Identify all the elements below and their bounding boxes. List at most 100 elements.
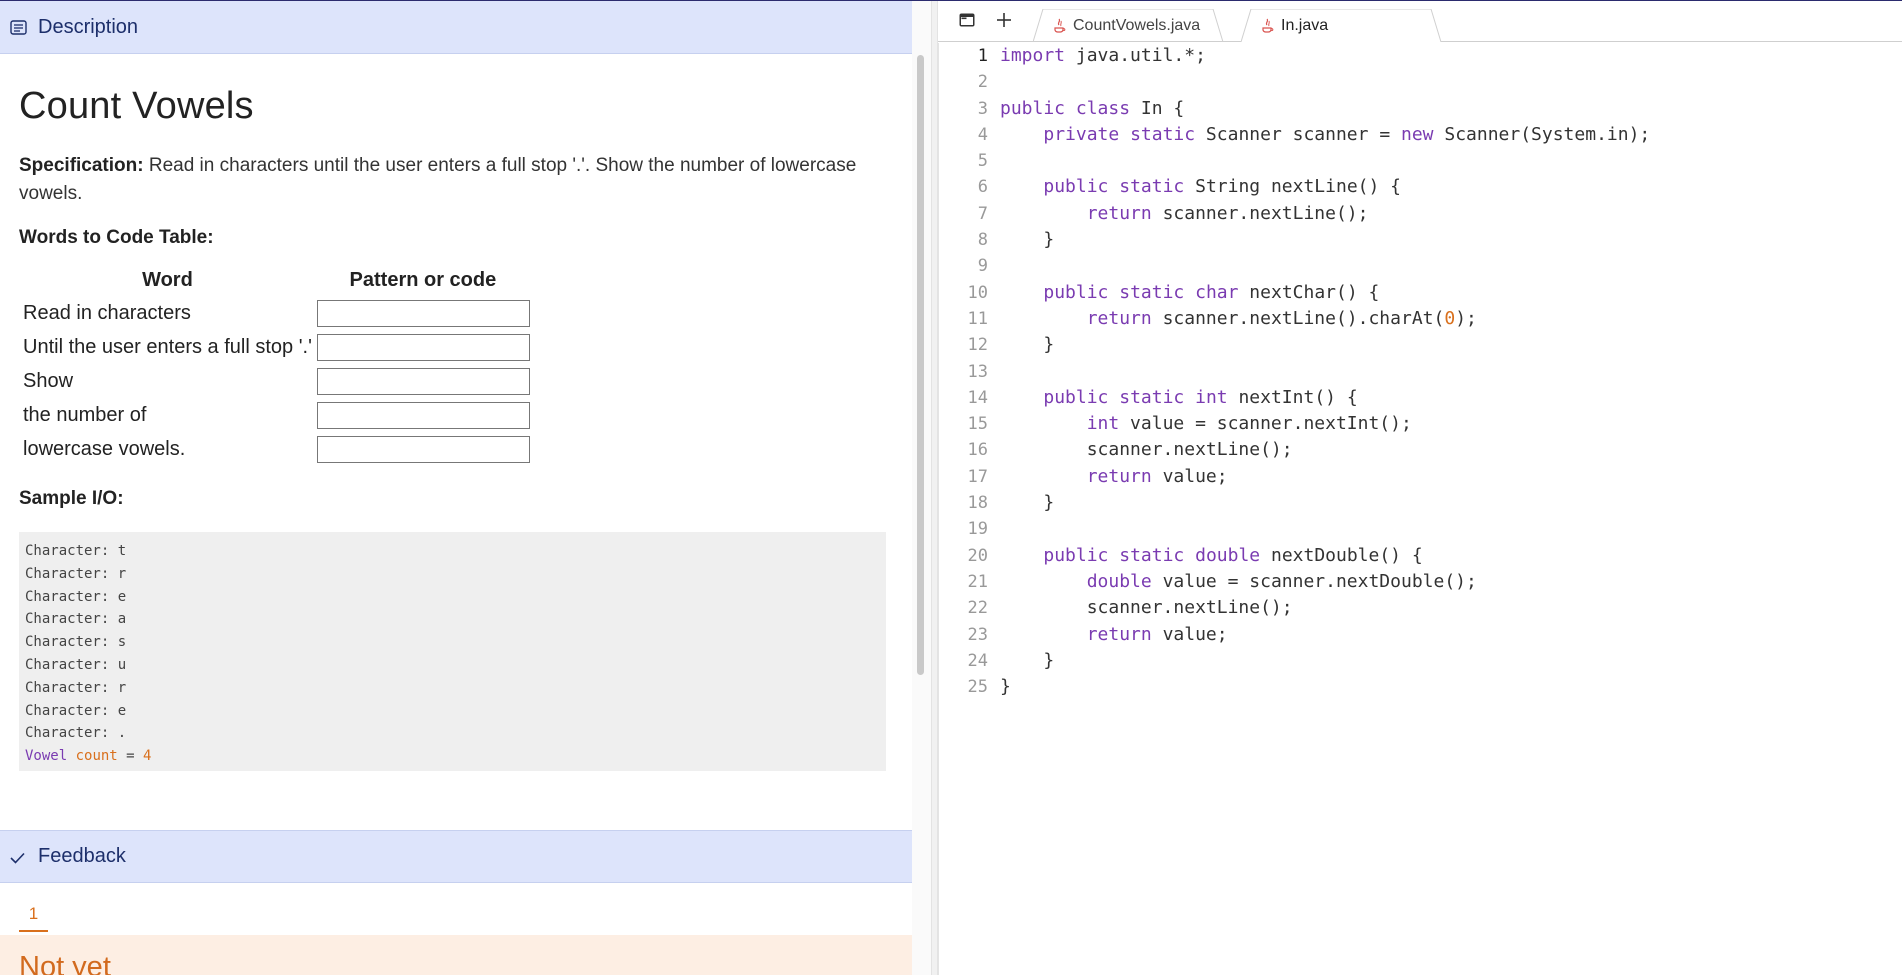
word-cell: Show [23, 369, 74, 392]
feedback-header[interactable]: Feedback [0, 830, 912, 883]
checkmark-icon [9, 848, 27, 866]
sample-line: Character: e [25, 702, 127, 719]
table-row: lowercase vowels. [19, 432, 530, 466]
code-text: } [1000, 492, 1055, 514]
code-line[interactable]: 16 scanner.nextLine(); [938, 437, 1902, 463]
sample-line: Character: u [25, 656, 127, 673]
code-line[interactable]: 11 return scanner.nextLine().charAt(0); [938, 306, 1902, 332]
code-line[interactable]: 22 scanner.nextLine(); [938, 595, 1902, 621]
pattern-input[interactable] [316, 299, 530, 327]
line-number: 8 [977, 230, 988, 251]
code-text: int value = scanner.nextInt(); [1086, 413, 1412, 435]
line-number: 6 [977, 177, 988, 198]
code-text: return value; [1086, 465, 1228, 487]
code-line[interactable]: 13 [938, 359, 1902, 385]
code-text: return scanner.nextLine(); [1086, 202, 1369, 224]
code-line[interactable]: 23 return value; [938, 622, 1902, 648]
code-line[interactable]: 2 [938, 69, 1902, 95]
code-line[interactable]: 25} [938, 674, 1902, 700]
code-line[interactable]: 6 public static String nextLine() { [938, 174, 1902, 200]
code-text: import java.util.*; [1000, 45, 1206, 66]
line-number: 12 [967, 335, 988, 356]
line-number: 1 [977, 46, 988, 66]
code-line[interactable]: 1 import java.util.*; [938, 43, 1902, 69]
code-line[interactable]: 3 public class In { [938, 96, 1902, 122]
code-line[interactable]: 7 return scanner.nextLine(); [938, 201, 1902, 227]
sample-line: Character: a [25, 611, 127, 628]
code-line[interactable]: 14 public static int nextInt() { [938, 385, 1902, 411]
code-line[interactable]: 8 } [938, 227, 1902, 253]
specification-text: Read in characters until the user enters… [19, 155, 857, 204]
problem-description: Count Vowels Specification: Read in char… [0, 85, 912, 771]
description-header-label: Description [38, 15, 139, 38]
code-line[interactable]: 20 public static double nextDouble() { [938, 543, 1902, 569]
table-row: the number of [19, 398, 530, 432]
sample-io-heading: Sample I/O: [19, 488, 124, 509]
line-number: 10 [967, 282, 988, 303]
sample-result-line: Vowel count = 4 [25, 748, 152, 765]
code-line[interactable]: 19 [938, 516, 1902, 542]
tab-outline [1033, 9, 1224, 42]
pattern-input[interactable] [316, 333, 530, 361]
code-line[interactable]: 10 public static char nextChar() { [938, 280, 1902, 306]
word-cell: Read in characters [23, 301, 191, 324]
code-text: } [1000, 676, 1011, 698]
line-number: 18 [967, 493, 988, 514]
pattern-cell [316, 398, 530, 432]
code-text: } [1000, 334, 1055, 356]
column-header-pattern: Pattern or code [349, 269, 497, 291]
code-text: public class In { [1000, 97, 1185, 119]
line-number: 9 [977, 256, 988, 277]
pane-resize-handle[interactable] [931, 1, 938, 975]
code-text: double value = scanner.nextDouble(); [1086, 570, 1477, 592]
line-number: 5 [977, 151, 988, 172]
code-area[interactable]: 1 import java.util.*; 2 3 public class In { 4… [938, 43, 1902, 700]
code-line[interactable]: 4 private static Scanner scanner = new S… [938, 122, 1902, 148]
tab-in-java[interactable]: In.java [1241, 9, 1451, 42]
code-line[interactable]: 21 double value = scanner.nextDouble(); [938, 569, 1902, 595]
sample-line: Character: r [25, 565, 127, 582]
code-text: } [1000, 229, 1055, 251]
code-line[interactable]: 5 [938, 148, 1902, 174]
add-file-icon[interactable] [993, 9, 1015, 31]
code-line[interactable]: 15 int value = scanner.nextInt(); [938, 411, 1902, 437]
sample-line: Character: e [25, 588, 127, 605]
code-text: } [1000, 649, 1055, 671]
code-line[interactable]: 24 } [938, 648, 1902, 674]
code-text: scanner.nextLine(); [1000, 439, 1293, 461]
file-menu-icon[interactable] [956, 9, 978, 31]
pattern-cell [316, 432, 530, 466]
page-title: Count Vowels [19, 85, 254, 127]
pattern-input[interactable] [316, 435, 530, 463]
line-number: 25 [967, 677, 988, 698]
feedback-status-text: Not yet [19, 951, 111, 975]
code-text: public static char nextChar() { [1043, 281, 1380, 303]
code-text: scanner.nextLine(); [1000, 597, 1293, 619]
line-number: 11 [967, 308, 988, 329]
pattern-input[interactable] [316, 367, 530, 395]
code-line[interactable]: 9 [938, 253, 1902, 279]
line-number: 19 [967, 519, 988, 540]
pattern-input[interactable] [316, 401, 530, 429]
line-number: 16 [967, 440, 988, 461]
code-line[interactable]: 18 } [938, 490, 1902, 516]
line-number: 14 [967, 387, 988, 408]
line-number: 7 [977, 203, 988, 224]
line-number: 3 [977, 98, 988, 119]
sample-io-block: Character: t Character: r Character: e C… [19, 532, 886, 771]
code-text: public static String nextLine() { [1043, 176, 1402, 198]
code-line[interactable]: 17 return value; [938, 464, 1902, 490]
editor-tab-bar: CountVowels.java In.java [938, 1, 1902, 42]
tab-countvowels-java[interactable]: CountVowels.java [1033, 9, 1233, 42]
word-cell: lowercase vowels. [23, 437, 186, 460]
code-line[interactable]: 12 } [938, 332, 1902, 358]
sample-line: Character: s [25, 634, 127, 651]
description-header[interactable]: Description [0, 1, 912, 54]
description-scrollbar-thumb[interactable] [917, 55, 924, 675]
feedback-status-banner: Not yet [0, 935, 912, 975]
line-number: 15 [967, 414, 988, 435]
words-to-code-table: Word Pattern or code Read in characters U… [19, 267, 530, 466]
line-number: 22 [967, 598, 988, 619]
code-text: public static int nextInt() { [1043, 386, 1358, 408]
feedback-tab-1[interactable]: 1 [19, 904, 48, 932]
